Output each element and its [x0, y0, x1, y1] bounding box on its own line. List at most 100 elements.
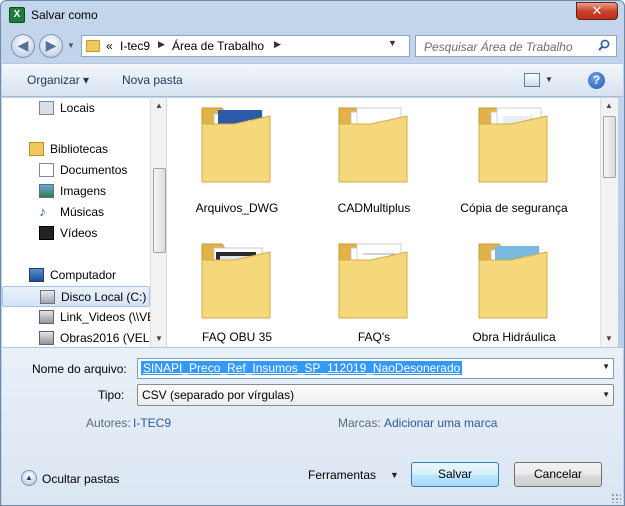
- folder-icon: [86, 40, 100, 52]
- folder-item[interactable]: FAQ OBU 35: [172, 234, 302, 347]
- network-drive-icon: [39, 310, 54, 324]
- change-view-icon[interactable]: [524, 73, 540, 87]
- folder-item[interactable]: TM Arquivos_DWG: [172, 98, 302, 228]
- videos-icon: [39, 226, 54, 240]
- recent-places-icon: [39, 101, 54, 115]
- breadcrumb-overflow[interactable]: «: [106, 39, 113, 53]
- sidebar-item-label: Disco Local (C:): [61, 290, 147, 304]
- sidebar-item[interactable]: ♪ Músicas: [2, 202, 150, 223]
- chevron-up-icon[interactable]: ▲: [21, 470, 37, 486]
- view-options-dropdown[interactable]: ▼: [545, 75, 553, 84]
- breadcrumb-item[interactable]: I-tec9: [120, 39, 150, 53]
- cancel-button[interactable]: Cancelar: [514, 462, 602, 487]
- file-type-select[interactable]: CSV (separado por vírgulas) ▼: [137, 384, 614, 406]
- folder-label: Arquivos_DWG: [195, 201, 279, 215]
- add-tag-link[interactable]: Adicionar uma marca: [384, 416, 497, 430]
- sidebar-item[interactable]: Locais: [2, 98, 150, 119]
- forward-button[interactable]: ▶: [39, 34, 63, 58]
- back-button[interactable]: ◀: [11, 34, 35, 58]
- libraries-icon: [29, 142, 44, 156]
- computer-icon: [29, 268, 44, 282]
- folder-icon: [478, 107, 548, 183]
- folder-icon: [338, 243, 408, 319]
- sidebar-item[interactable]: Imagens: [2, 181, 150, 202]
- folder-icon: TM: [201, 107, 271, 183]
- recent-locations-dropdown[interactable]: ▼: [67, 41, 75, 50]
- folder-label: CADMultiplus: [337, 201, 411, 215]
- chevron-right-icon[interactable]: ▶: [158, 39, 165, 50]
- pictures-icon: [39, 184, 54, 198]
- save-button[interactable]: Salvar: [411, 462, 499, 487]
- sidebar-item[interactable]: Documentos: [2, 160, 150, 181]
- filename-label: Nome do arquivo:: [32, 362, 127, 376]
- file-type-value: CSV (separado por vírgulas): [142, 388, 295, 402]
- chevron-down-icon[interactable]: ▼: [602, 390, 610, 399]
- sidebar-item[interactable]: Obras2016 (VELO: [2, 328, 159, 347]
- sidebar-item-label: Link_Videos (\\VE: [60, 310, 156, 324]
- authors-label: Autores:: [86, 416, 131, 430]
- folder-icon: [338, 107, 408, 183]
- music-icon: ♪: [39, 203, 46, 219]
- command-bar: Organizar ▾ Nova pasta ▼ ?: [2, 63, 623, 97]
- file-list: TM Arquivos_DWG CADMultiplus Cópia de segur…: [167, 98, 600, 347]
- sidebar-item-label: Imagens: [60, 184, 107, 198]
- address-bar[interactable]: « I-tec9 ▶ Área de Trabalho ▶ ▼ ⇆: [81, 35, 483, 57]
- search-input[interactable]: Pesquisar Área de Trabalho: [415, 35, 617, 57]
- sidebar-item[interactable]: Vídeos: [2, 223, 150, 244]
- filename-value[interactable]: SINAPI_Preco_Ref_Insumos_SP_112019_NaoDe…: [141, 361, 463, 375]
- folder-label: FAQ's: [357, 330, 391, 344]
- sidebar-item-label: Locais: [60, 101, 95, 115]
- sidebar-item-label: Bibliotecas: [50, 142, 109, 156]
- authors-value[interactable]: I-TEC9: [133, 416, 171, 430]
- sidebar-item-label: Músicas: [60, 205, 105, 219]
- tags-label: Marcas:: [338, 416, 381, 430]
- sidebar-item-label: Vídeos: [60, 226, 98, 240]
- resize-grip[interactable]: [611, 493, 621, 503]
- chevron-down-icon[interactable]: ▼: [388, 38, 397, 48]
- save-options-panel: Nome do arquivo: SINAPI_Preco_Ref_Insumo…: [2, 347, 623, 505]
- scroll-up-arrow[interactable]: ▲: [155, 101, 163, 110]
- scrollbar-thumb[interactable]: [153, 168, 166, 253]
- documents-icon: [39, 163, 54, 177]
- chevron-right-icon[interactable]: ▶: [274, 39, 281, 50]
- scrollbar-thumb[interactable]: [603, 116, 616, 178]
- scroll-up-arrow[interactable]: ▲: [605, 101, 613, 110]
- folder-item[interactable]: TM Obra Hidráulica: [449, 234, 579, 347]
- breadcrumb-item[interactable]: Área de Trabalho: [172, 39, 264, 53]
- filename-input[interactable]: SINAPI_Preco_Ref_Insumos_SP_112019_NaoDe…: [137, 358, 614, 379]
- sidebar-item-label: Computador: [50, 268, 117, 282]
- sidebar-item-label: Documentos: [60, 163, 128, 177]
- folder-label: Obra Hidráulica: [472, 330, 556, 344]
- folder-item[interactable]: Cópia de segurança: [449, 98, 579, 228]
- sidebar-item[interactable]: Link_Videos (\\VE: [2, 307, 155, 328]
- network-drive-icon: [39, 331, 54, 345]
- sidebar-item[interactable]: Bibliotecas: [2, 139, 150, 160]
- window-title: Salvar como: [31, 8, 98, 22]
- navigation-scrollbar[interactable]: ▲ ▼: [150, 98, 166, 347]
- local-disk-icon: [40, 290, 55, 304]
- title-bar: X Salvar como ✕: [1, 1, 624, 29]
- hide-folders-button[interactable]: Ocultar pastas: [42, 472, 119, 486]
- folder-item[interactable]: CADMultiplus: [309, 98, 439, 228]
- chevron-down-icon[interactable]: ▼: [390, 470, 399, 480]
- organize-menu[interactable]: Organizar ▾: [27, 73, 89, 87]
- folder-label: Cópia de segurança: [460, 201, 568, 215]
- search-icon[interactable]: [598, 39, 610, 51]
- folder-icon: [201, 243, 271, 319]
- new-folder-button[interactable]: Nova pasta: [122, 73, 183, 87]
- folder-icon: TM: [478, 243, 548, 319]
- search-placeholder: Pesquisar Área de Trabalho: [424, 40, 573, 54]
- chevron-down-icon[interactable]: ▼: [602, 362, 610, 371]
- close-button[interactable]: ✕: [576, 2, 618, 20]
- save-as-dialog: X Salvar como ✕ ◀ ▶ ▼ « I-tec9 ▶ Área de…: [0, 0, 625, 506]
- sidebar-item-label: Obras2016 (VELO: [60, 331, 159, 345]
- sidebar-item[interactable]: Computador: [2, 265, 150, 286]
- navigation-bar: ◀ ▶ ▼ « I-tec9 ▶ Área de Trabalho ▶ ▼ ⇆ …: [1, 29, 624, 63]
- scroll-down-arrow[interactable]: ▼: [605, 334, 613, 343]
- folder-item[interactable]: FAQ's: [309, 234, 439, 347]
- help-icon[interactable]: ?: [588, 72, 605, 89]
- tools-menu[interactable]: Ferramentas: [308, 468, 376, 482]
- scroll-down-arrow[interactable]: ▼: [155, 334, 163, 343]
- file-list-scrollbar[interactable]: ▲ ▼: [600, 98, 618, 347]
- sidebar-item[interactable]: Disco Local (C:): [2, 286, 150, 307]
